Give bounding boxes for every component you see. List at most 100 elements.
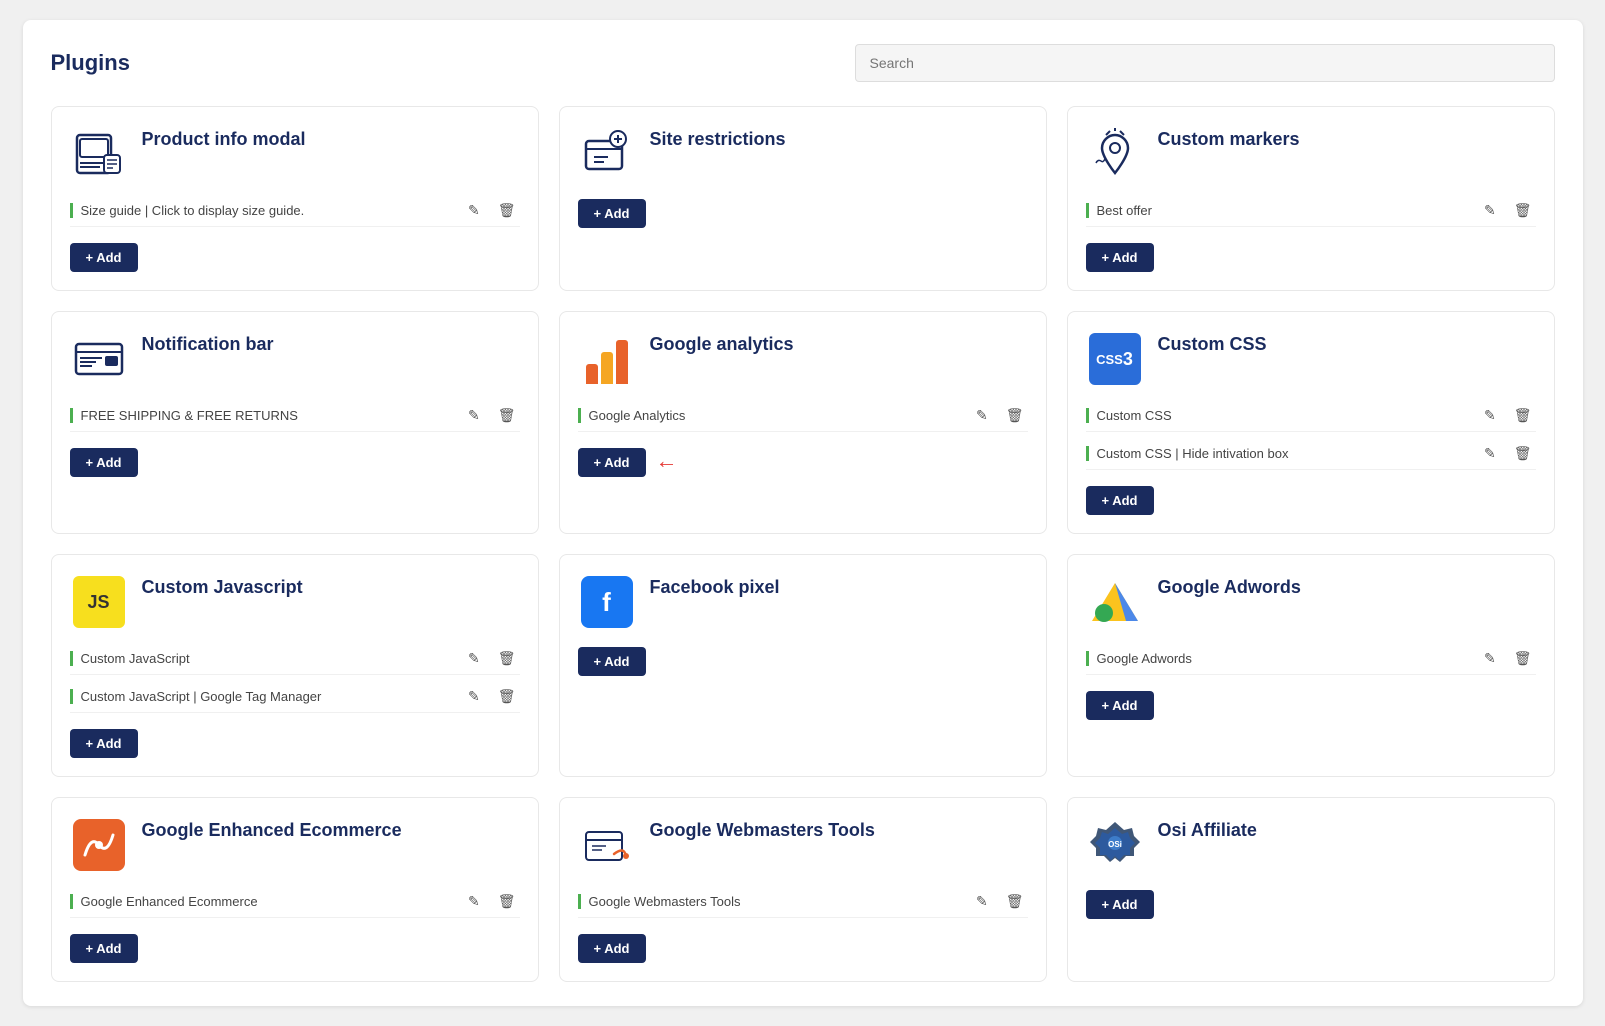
edit-button[interactable]: ✎ (464, 200, 484, 221)
plugin-instance-row: Google Analytics ✎ 🗑 (578, 400, 1028, 432)
search-input[interactable] (855, 44, 1555, 82)
plugin-instance-row: Google Webmasters Tools✎🗑 (578, 886, 1028, 918)
plugin-card-top: Google analytics (578, 330, 1028, 388)
instance-name: Custom CSS | Hide intivation box (1086, 446, 1289, 461)
add-button-custom-markers[interactable]: + Add (1086, 243, 1154, 272)
custom-markers-icon (1086, 125, 1144, 183)
instance-actions: ✎🗑 (464, 891, 520, 912)
add-btn-row: + Add (578, 930, 1028, 963)
plugin-name: Custom CSS (1158, 334, 1267, 355)
plugin-instances: Custom CSS✎🗑Custom CSS | Hide intivation… (1086, 400, 1536, 470)
plugin-instances: Google Analytics ✎ 🗑 (578, 400, 1028, 432)
plugin-card-product-info-modal: Product info modal Size guide | Click to … (51, 106, 539, 291)
delete-button[interactable]: 🗑 (494, 891, 520, 912)
plugin-name: Product info modal (142, 129, 306, 150)
add-button-google-webmasters-tools[interactable]: + Add (578, 934, 646, 963)
plugin-card-top: Site restrictions (578, 125, 1028, 183)
plugin-name: Google Adwords (1158, 577, 1301, 598)
plugin-name: Facebook pixel (650, 577, 780, 598)
delete-button[interactable]: 🗑 (1510, 405, 1536, 426)
delete-button[interactable]: 🗑 (494, 686, 520, 707)
plugin-card-google-analytics: Google analytics Google Analytics ✎ 🗑 + Add ← (559, 311, 1047, 534)
plugin-card-custom-javascript: JSCustom JavascriptCustom JavaScript✎🗑Cu… (51, 554, 539, 777)
plugin-instances: Google Enhanced Ecommerce✎🗑 (70, 886, 520, 918)
add-button-facebook-pixel[interactable]: + Add (578, 647, 646, 676)
plugin-card-notification-bar: Notification barFREE SHIPPING & FREE RET… (51, 311, 539, 534)
delete-button[interactable]: 🗑 (1002, 405, 1028, 426)
delete-button[interactable]: 🗑 (494, 405, 520, 426)
add-btn-row: + Add (578, 195, 1028, 228)
site-restrictions-icon (578, 125, 636, 183)
instance-name: Google Analytics (578, 408, 686, 423)
edit-button[interactable]: ✎ (464, 648, 484, 669)
arrow-indicator: ← (656, 448, 678, 474)
plugin-card-facebook-pixel: f Facebook pixel + Add (559, 554, 1047, 777)
google-enhanced-ecommerce-icon (70, 816, 128, 874)
edit-button[interactable]: ✎ (464, 686, 484, 707)
delete-button[interactable]: 🗑 (1002, 891, 1028, 912)
plugin-card-top: JS Custom Javascript (70, 573, 520, 631)
edit-button[interactable]: ✎ (972, 405, 992, 426)
plugin-instances: Google Adwords✎🗑 (1086, 643, 1536, 675)
instance-name: Custom JavaScript (70, 651, 190, 666)
plugin-instances: Size guide | Click to display size guide… (70, 195, 520, 227)
add-button-osi-affiliate[interactable]: + Add (1086, 890, 1154, 919)
add-btn-row: + Add (70, 930, 520, 963)
plugin-name: Custom Javascript (142, 577, 303, 598)
plugin-instance-row: Google Enhanced Ecommerce✎🗑 (70, 886, 520, 918)
plugin-name: Site restrictions (650, 129, 786, 150)
add-btn-row: + Add (70, 239, 520, 272)
instance-actions: ✎🗑 (464, 405, 520, 426)
plugins-grid: Product info modal Size guide | Click to … (51, 106, 1555, 982)
product-info-modal-icon (70, 125, 128, 183)
facebook-pixel-icon: f (578, 573, 636, 631)
add-button-custom-javascript[interactable]: + Add (70, 729, 138, 758)
add-button-site-restrictions[interactable]: + Add (578, 199, 646, 228)
add-button-google-adwords[interactable]: + Add (1086, 691, 1154, 720)
delete-button[interactable]: 🗑 (1510, 200, 1536, 221)
plugin-card-osi-affiliate: OSi Osi Affiliate+ Add (1067, 797, 1555, 982)
plugin-instance-row: Custom JavaScript ✎ 🗑 (70, 643, 520, 675)
plugin-card-google-webmasters-tools: Google Webmasters Tools Google Webmasters… (559, 797, 1047, 982)
notification-bar-icon (70, 330, 128, 388)
delete-button[interactable]: 🗑 (1510, 443, 1536, 464)
delete-button[interactable]: 🗑 (1510, 648, 1536, 669)
custom-css-icon: CSS3 (1086, 330, 1144, 388)
plugin-card-site-restrictions: Site restrictions + Add (559, 106, 1047, 291)
plugin-card-google-adwords: Google AdwordsGoogle Adwords✎🗑+ Add (1067, 554, 1555, 777)
add-button-google-analytics[interactable]: + Add (578, 448, 646, 477)
add-btn-row: + Add (1086, 482, 1536, 515)
google-analytics-icon (578, 330, 636, 388)
edit-button[interactable]: ✎ (1480, 405, 1500, 426)
custom-javascript-icon: JS (70, 573, 128, 631)
instance-actions: ✎🗑 (1480, 443, 1536, 464)
plugin-card-top: CSS3 Custom CSS (1086, 330, 1536, 388)
instance-name: Custom JavaScript | Google Tag Manager (70, 689, 322, 704)
add-button-product-info-modal[interactable]: + Add (70, 243, 138, 272)
instance-name: Google Webmasters Tools (578, 894, 741, 909)
edit-button[interactable]: ✎ (972, 891, 992, 912)
add-button-google-enhanced-ecommerce[interactable]: + Add (70, 934, 138, 963)
edit-button[interactable]: ✎ (464, 405, 484, 426)
instance-name: Google Enhanced Ecommerce (70, 894, 258, 909)
add-button-custom-css[interactable]: + Add (1086, 486, 1154, 515)
instance-actions: ✎🗑 (972, 891, 1028, 912)
page-title: Plugins (51, 50, 130, 76)
edit-button[interactable]: ✎ (1480, 200, 1500, 221)
instance-actions: ✎🗑 (464, 200, 520, 221)
plugin-instance-row: Google Adwords✎🗑 (1086, 643, 1536, 675)
edit-button[interactable]: ✎ (1480, 648, 1500, 669)
edit-button[interactable]: ✎ (1480, 443, 1500, 464)
edit-button[interactable]: ✎ (464, 891, 484, 912)
plugin-card-top: Google Webmasters Tools (578, 816, 1028, 874)
plugin-name: Custom markers (1158, 129, 1300, 150)
delete-button[interactable]: 🗑 (494, 648, 520, 669)
plugin-card-google-enhanced-ecommerce: Google Enhanced EcommerceGoogle Enhanced… (51, 797, 539, 982)
plugin-card-top: Custom markers (1086, 125, 1536, 183)
plugin-instance-row: Size guide | Click to display size guide… (70, 195, 520, 227)
add-btn-row: + Add (1086, 886, 1536, 919)
plugin-instance-row: Custom JavaScript | Google Tag Manager ✎ 🗑 (70, 681, 520, 713)
add-button-notification-bar[interactable]: + Add (70, 448, 138, 477)
page-header: Plugins (51, 44, 1555, 82)
delete-button[interactable]: 🗑 (494, 200, 520, 221)
